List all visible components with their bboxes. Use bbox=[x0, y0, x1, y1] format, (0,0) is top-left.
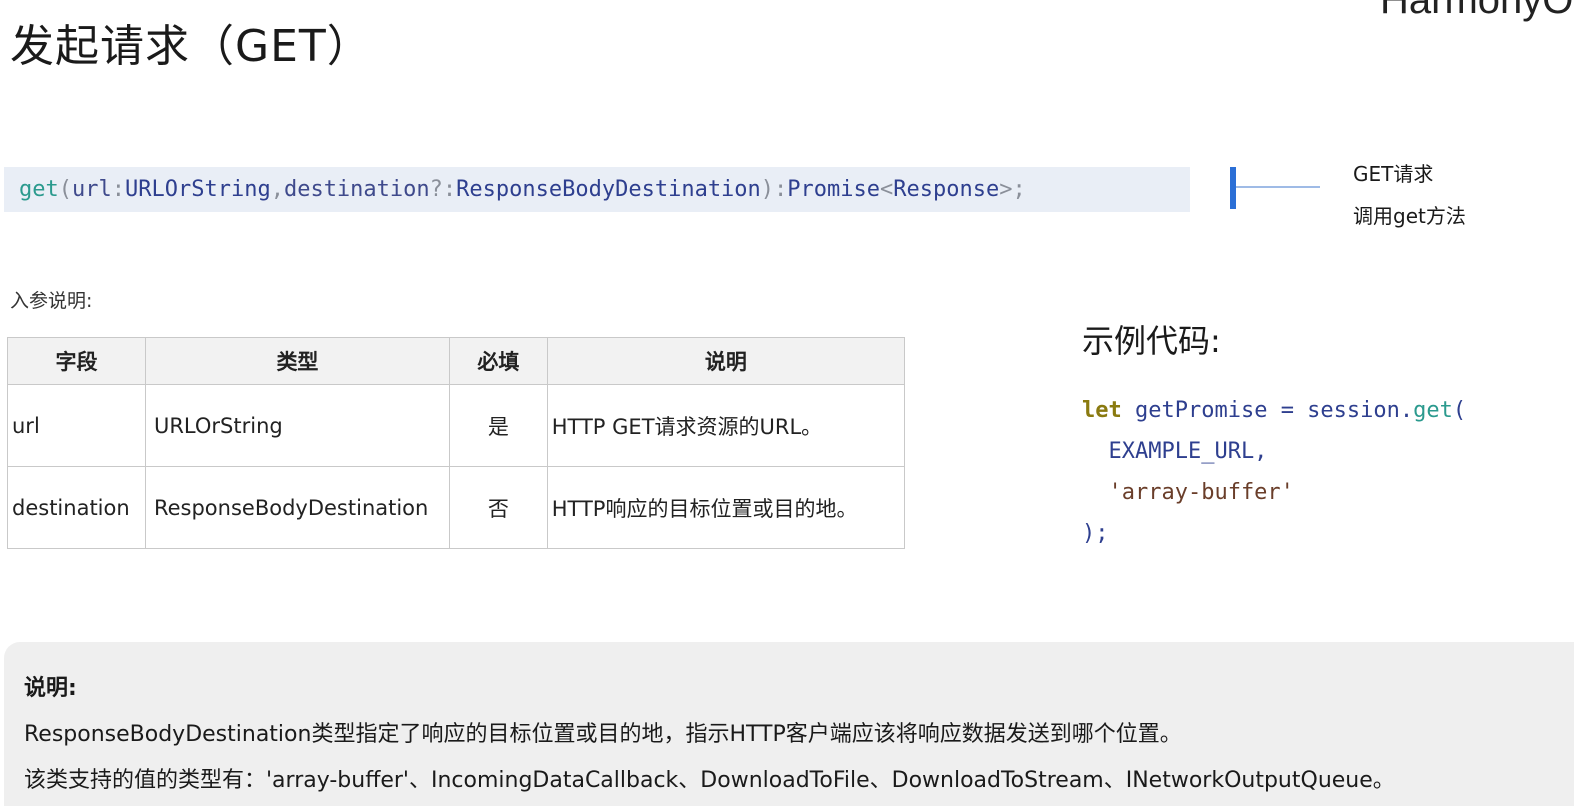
sig-generic-close: >; bbox=[999, 177, 1026, 202]
cell-description: HTTP响应的目标位置或目的地。 bbox=[546, 466, 906, 549]
example-label: 示例代码: bbox=[1082, 322, 1221, 360]
note-line-1: ResponseBodyDestination类型指定了响应的目标位置或目的地，… bbox=[24, 722, 1182, 747]
sig-return-inner-type: Response bbox=[893, 177, 1000, 202]
sig-type-destination: ResponseBodyDestination bbox=[456, 177, 761, 202]
sig-comma: , bbox=[270, 177, 284, 202]
code-arg-url: EXAMPLE_URL, bbox=[1082, 439, 1268, 464]
header-required: 必填 bbox=[448, 337, 548, 385]
method-signature: get(url: URLOrString, destination?: Resp… bbox=[4, 167, 1190, 212]
example-code-block: let getPromise = session.get( EXAMPLE_UR… bbox=[1082, 390, 1466, 554]
cell-required: 是 bbox=[448, 384, 548, 467]
header-description: 说明 bbox=[546, 337, 906, 385]
params-label: 入参说明: bbox=[10, 290, 93, 312]
sig-colon: : bbox=[111, 177, 125, 202]
sig-type-url: URLOrString bbox=[125, 177, 271, 202]
callout-connector-line bbox=[1236, 186, 1320, 188]
table-row: url URLOrString 是 HTTP GET请求资源的URL。 bbox=[7, 384, 906, 467]
page-title: 发起请求（GET） bbox=[10, 21, 372, 72]
code-arg-destination: 'array-buffer' bbox=[1082, 480, 1294, 505]
callout-title: GET请求 bbox=[1353, 162, 1434, 186]
table-header-row: 字段 类型 必填 说明 bbox=[7, 337, 906, 385]
cell-required: 否 bbox=[448, 466, 548, 549]
cell-field: destination bbox=[7, 466, 146, 549]
sig-generic-open: < bbox=[880, 177, 894, 202]
code-open-paren: ( bbox=[1452, 398, 1467, 423]
brand-logo: HarmonyOS bbox=[1380, 0, 1574, 22]
sig-return-type: Promise bbox=[787, 177, 881, 202]
note-box: 说明: ResponseBodyDestination类型指定了响应的目标位置或… bbox=[4, 642, 1574, 806]
code-function: get bbox=[1413, 398, 1453, 423]
brand-text: HarmonyOS bbox=[1380, 0, 1574, 22]
sig-param-destination: destination bbox=[283, 177, 430, 202]
sig-param-url: url bbox=[72, 177, 112, 202]
header-field: 字段 bbox=[7, 337, 146, 385]
cell-description: HTTP GET请求资源的URL。 bbox=[546, 384, 906, 467]
params-table: 字段 类型 必填 说明 url URLOrString 是 HTTP GET请求… bbox=[7, 337, 906, 549]
cell-type: ResponseBodyDestination bbox=[144, 466, 450, 549]
cell-field: url bbox=[7, 384, 146, 467]
note-title: 说明: bbox=[24, 676, 77, 701]
sig-function-name: get bbox=[19, 177, 59, 202]
note-line-2: 该类支持的值的类型有：'array-buffer'、IncomingDataCa… bbox=[24, 768, 1395, 793]
sig-close-paren: ): bbox=[760, 177, 788, 202]
callout-bar bbox=[1230, 167, 1236, 209]
header-type: 类型 bbox=[144, 337, 450, 385]
code-var: getPromise = session. bbox=[1121, 398, 1414, 423]
sig-optional-marker: ?: bbox=[429, 177, 457, 202]
table-row: destination ResponseBodyDestination 否 HT… bbox=[7, 466, 906, 549]
code-end: ); bbox=[1082, 521, 1109, 546]
code-keyword: let bbox=[1082, 398, 1122, 423]
cell-type: URLOrString bbox=[144, 384, 450, 467]
callout-subtitle: 调用get方法 bbox=[1353, 204, 1466, 228]
sig-open-paren: ( bbox=[58, 177, 72, 202]
